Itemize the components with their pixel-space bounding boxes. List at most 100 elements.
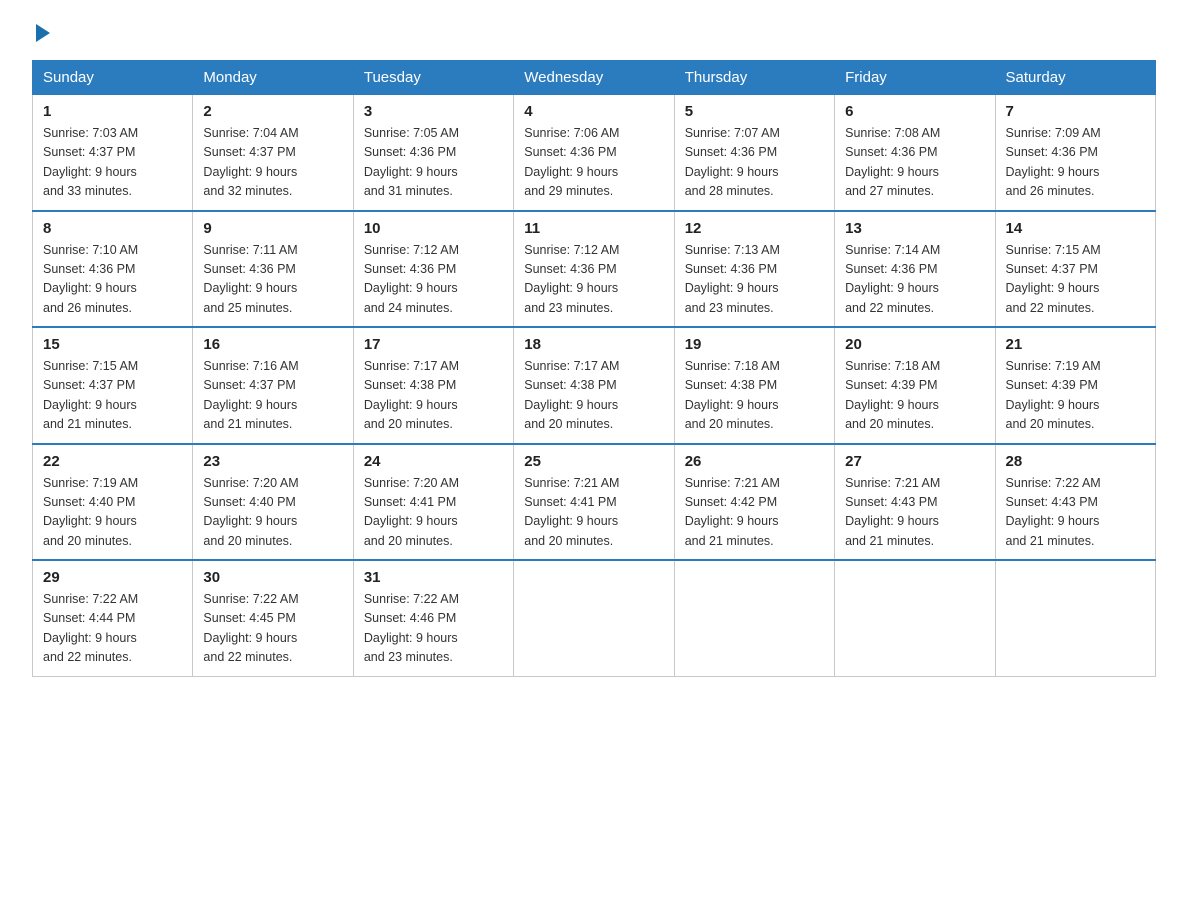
- weekday-header-row: SundayMondayTuesdayWednesdayThursdayFrid…: [33, 61, 1156, 95]
- logo-flag-icon: [36, 24, 50, 42]
- day-info: Sunrise: 7:13 AMSunset: 4:36 PMDaylight:…: [685, 241, 824, 319]
- day-number: 19: [685, 336, 824, 353]
- calendar-cell: 31 Sunrise: 7:22 AMSunset: 4:46 PMDayligh…: [353, 560, 513, 676]
- day-info: Sunrise: 7:21 AMSunset: 4:43 PMDaylight:…: [845, 474, 984, 552]
- day-number: 11: [524, 220, 663, 237]
- week-row-4: 22 Sunrise: 7:19 AMSunset: 4:40 PMDayligh…: [33, 444, 1156, 561]
- week-row-2: 8 Sunrise: 7:10 AMSunset: 4:36 PMDaylight…: [33, 211, 1156, 328]
- calendar-cell: 1 Sunrise: 7:03 AMSunset: 4:37 PMDaylight…: [33, 95, 193, 211]
- calendar-cell: [835, 560, 995, 676]
- day-info: Sunrise: 7:22 AMSunset: 4:44 PMDaylight:…: [43, 590, 182, 668]
- weekday-header-thursday: Thursday: [674, 61, 834, 95]
- calendar-cell: 6Sunrise: 7:08 AMSunset: 4:36 PMDaylight…: [835, 95, 995, 211]
- day-info: Sunrise: 7:17 AMSunset: 4:38 PMDaylight:…: [364, 357, 503, 435]
- day-number: 7: [1006, 103, 1145, 120]
- page-header: [32, 24, 1156, 40]
- week-row-1: 1 Sunrise: 7:03 AMSunset: 4:37 PMDaylight…: [33, 95, 1156, 211]
- weekday-header-saturday: Saturday: [995, 61, 1155, 95]
- calendar-cell: 3 Sunrise: 7:05 AMSunset: 4:36 PMDaylight…: [353, 95, 513, 211]
- day-info: Sunrise: 7:22 AMSunset: 4:46 PMDaylight:…: [364, 590, 503, 668]
- day-number: 16: [203, 336, 342, 353]
- day-info: Sunrise: 7:20 AMSunset: 4:40 PMDaylight:…: [203, 474, 342, 552]
- day-number: 9: [203, 220, 342, 237]
- calendar-cell: 12 Sunrise: 7:13 AMSunset: 4:36 PMDayligh…: [674, 211, 834, 328]
- calendar-cell: 26 Sunrise: 7:21 AMSunset: 4:42 PMDayligh…: [674, 444, 834, 561]
- day-number: 8: [43, 220, 182, 237]
- day-info: Sunrise: 7:18 AMSunset: 4:39 PMDaylight:…: [845, 357, 984, 435]
- day-number: 23: [203, 453, 342, 470]
- week-row-3: 15 Sunrise: 7:15 AMSunset: 4:37 PMDayligh…: [33, 327, 1156, 444]
- day-info: Sunrise: 7:19 AMSunset: 4:39 PMDaylight:…: [1006, 357, 1145, 435]
- day-info: Sunrise: 7:21 AMSunset: 4:42 PMDaylight:…: [685, 474, 824, 552]
- calendar-cell: 29 Sunrise: 7:22 AMSunset: 4:44 PMDayligh…: [33, 560, 193, 676]
- day-number: 20: [845, 336, 984, 353]
- calendar-cell: 13 Sunrise: 7:14 AMSunset: 4:36 PMDayligh…: [835, 211, 995, 328]
- day-info: Sunrise: 7:22 AMSunset: 4:45 PMDaylight:…: [203, 590, 342, 668]
- day-number: 29: [43, 569, 182, 586]
- day-info: Sunrise: 7:11 AMSunset: 4:36 PMDaylight:…: [203, 241, 342, 319]
- day-number: 31: [364, 569, 503, 586]
- day-info: Sunrise: 7:21 AMSunset: 4:41 PMDaylight:…: [524, 474, 663, 552]
- day-number: 3: [364, 103, 503, 120]
- weekday-header-tuesday: Tuesday: [353, 61, 513, 95]
- day-number: 21: [1006, 336, 1145, 353]
- day-number: 12: [685, 220, 824, 237]
- logo: [32, 28, 50, 40]
- calendar-cell: [514, 560, 674, 676]
- day-number: 15: [43, 336, 182, 353]
- calendar-cell: 19 Sunrise: 7:18 AMSunset: 4:38 PMDayligh…: [674, 327, 834, 444]
- calendar-cell: 23 Sunrise: 7:20 AMSunset: 4:40 PMDayligh…: [193, 444, 353, 561]
- day-number: 26: [685, 453, 824, 470]
- weekday-header-wednesday: Wednesday: [514, 61, 674, 95]
- calendar-cell: [674, 560, 834, 676]
- calendar-cell: 18 Sunrise: 7:17 AMSunset: 4:38 PMDayligh…: [514, 327, 674, 444]
- day-info: Sunrise: 7:06 AMSunset: 4:36 PMDaylight:…: [524, 124, 663, 202]
- calendar-cell: 11Sunrise: 7:12 AMSunset: 4:36 PMDayligh…: [514, 211, 674, 328]
- weekday-header-sunday: Sunday: [33, 61, 193, 95]
- calendar-cell: 16 Sunrise: 7:16 AMSunset: 4:37 PMDayligh…: [193, 327, 353, 444]
- calendar-cell: 27 Sunrise: 7:21 AMSunset: 4:43 PMDayligh…: [835, 444, 995, 561]
- day-number: 28: [1006, 453, 1145, 470]
- day-number: 27: [845, 453, 984, 470]
- day-number: 10: [364, 220, 503, 237]
- day-number: 5: [685, 103, 824, 120]
- week-row-5: 29 Sunrise: 7:22 AMSunset: 4:44 PMDayligh…: [33, 560, 1156, 676]
- day-info: Sunrise: 7:19 AMSunset: 4:40 PMDaylight:…: [43, 474, 182, 552]
- day-info: Sunrise: 7:16 AMSunset: 4:37 PMDaylight:…: [203, 357, 342, 435]
- day-number: 24: [364, 453, 503, 470]
- day-info: Sunrise: 7:17 AMSunset: 4:38 PMDaylight:…: [524, 357, 663, 435]
- calendar-cell: 9 Sunrise: 7:11 AMSunset: 4:36 PMDaylight…: [193, 211, 353, 328]
- calendar-cell: 15 Sunrise: 7:15 AMSunset: 4:37 PMDayligh…: [33, 327, 193, 444]
- calendar-cell: 24Sunrise: 7:20 AMSunset: 4:41 PMDayligh…: [353, 444, 513, 561]
- calendar-cell: 28 Sunrise: 7:22 AMSunset: 4:43 PMDayligh…: [995, 444, 1155, 561]
- day-info: Sunrise: 7:18 AMSunset: 4:38 PMDaylight:…: [685, 357, 824, 435]
- calendar-cell: 14 Sunrise: 7:15 AMSunset: 4:37 PMDayligh…: [995, 211, 1155, 328]
- day-info: Sunrise: 7:12 AMSunset: 4:36 PMDaylight:…: [364, 241, 503, 319]
- day-info: Sunrise: 7:10 AMSunset: 4:36 PMDaylight:…: [43, 241, 182, 319]
- day-number: 17: [364, 336, 503, 353]
- day-number: 18: [524, 336, 663, 353]
- calendar-cell: 30Sunrise: 7:22 AMSunset: 4:45 PMDayligh…: [193, 560, 353, 676]
- weekday-header-monday: Monday: [193, 61, 353, 95]
- calendar-cell: 4Sunrise: 7:06 AMSunset: 4:36 PMDaylight…: [514, 95, 674, 211]
- day-info: Sunrise: 7:15 AMSunset: 4:37 PMDaylight:…: [1006, 241, 1145, 319]
- day-info: Sunrise: 7:04 AMSunset: 4:37 PMDaylight:…: [203, 124, 342, 202]
- day-info: Sunrise: 7:03 AMSunset: 4:37 PMDaylight:…: [43, 124, 182, 202]
- day-info: Sunrise: 7:07 AMSunset: 4:36 PMDaylight:…: [685, 124, 824, 202]
- calendar-cell: 17 Sunrise: 7:17 AMSunset: 4:38 PMDayligh…: [353, 327, 513, 444]
- day-number: 2: [203, 103, 342, 120]
- day-number: 25: [524, 453, 663, 470]
- day-info: Sunrise: 7:14 AMSunset: 4:36 PMDaylight:…: [845, 241, 984, 319]
- calendar-cell: 22 Sunrise: 7:19 AMSunset: 4:40 PMDayligh…: [33, 444, 193, 561]
- day-number: 1: [43, 103, 182, 120]
- calendar-cell: 21 Sunrise: 7:19 AMSunset: 4:39 PMDayligh…: [995, 327, 1155, 444]
- day-info: Sunrise: 7:05 AMSunset: 4:36 PMDaylight:…: [364, 124, 503, 202]
- calendar-cell: 25 Sunrise: 7:21 AMSunset: 4:41 PMDayligh…: [514, 444, 674, 561]
- day-number: 22: [43, 453, 182, 470]
- day-number: 14: [1006, 220, 1145, 237]
- calendar-cell: 20 Sunrise: 7:18 AMSunset: 4:39 PMDayligh…: [835, 327, 995, 444]
- day-info: Sunrise: 7:15 AMSunset: 4:37 PMDaylight:…: [43, 357, 182, 435]
- day-number: 13: [845, 220, 984, 237]
- day-info: Sunrise: 7:22 AMSunset: 4:43 PMDaylight:…: [1006, 474, 1145, 552]
- calendar-cell: 10 Sunrise: 7:12 AMSunset: 4:36 PMDayligh…: [353, 211, 513, 328]
